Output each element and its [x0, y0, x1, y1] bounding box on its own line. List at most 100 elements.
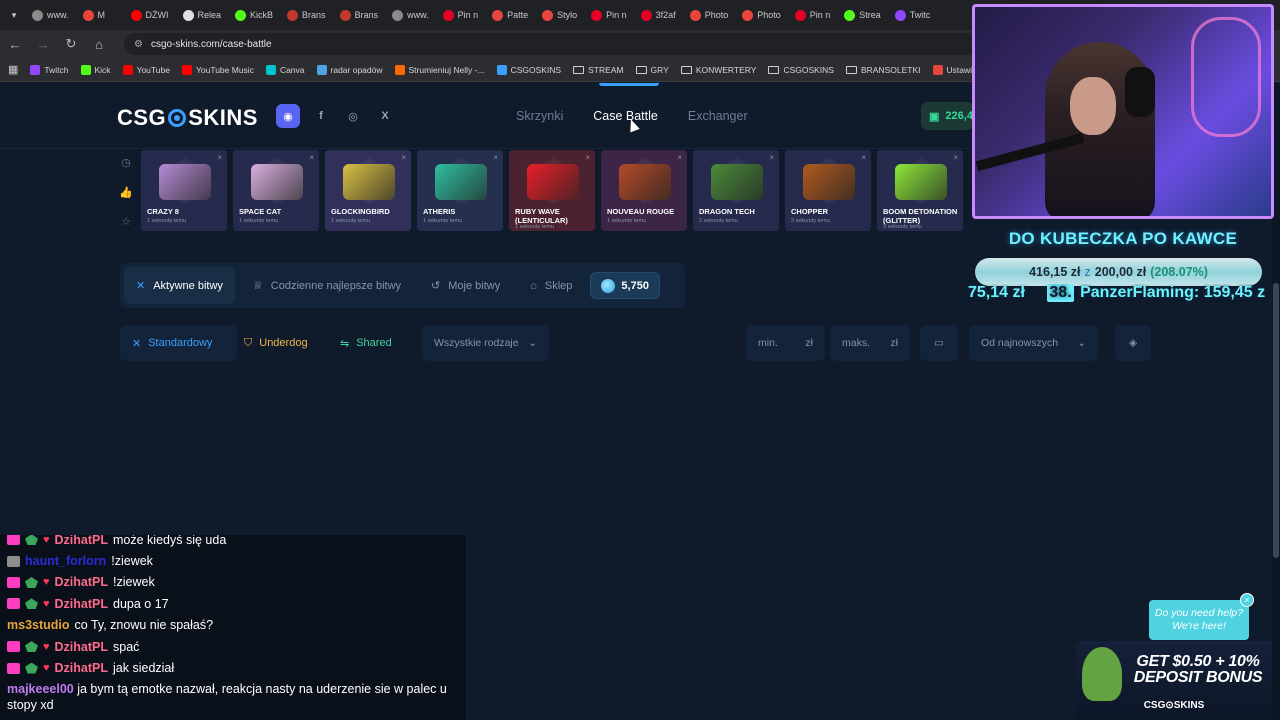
- browser-tab[interactable]: KickB: [229, 3, 279, 27]
- browser-tab[interactable]: Twitc: [889, 3, 937, 27]
- browser-tab[interactable]: Pin n: [585, 3, 633, 27]
- url-field[interactable]: ⚙ csgo-skins.com/case-battle: [124, 33, 984, 55]
- mascot-image: [1082, 647, 1122, 701]
- chat-username[interactable]: DzihatPL: [55, 640, 108, 654]
- calendar-button[interactable]: ▭: [920, 325, 958, 361]
- max-price-input[interactable]: maks. zł: [830, 325, 910, 361]
- x-twitter-icon[interactable]: X: [374, 105, 396, 127]
- bookmark-item[interactable]: YouTube: [122, 64, 170, 75]
- browser-tab[interactable]: Strea: [838, 3, 887, 27]
- tab-label: 3f2af: [655, 10, 676, 20]
- browser-tab[interactable]: Brans: [334, 3, 385, 27]
- browser-tab[interactable]: Stylo: [536, 3, 583, 27]
- bookmark-folder[interactable]: GRY: [635, 65, 669, 75]
- kind-select[interactable]: Wszystkie rodzaje ⌄: [422, 325, 549, 361]
- bookmark-item[interactable]: radar opadów: [316, 64, 383, 75]
- bookmark-item[interactable]: Kick: [80, 64, 111, 75]
- browser-tab[interactable]: www.: [26, 3, 75, 27]
- chat-username[interactable]: majkeeel00: [7, 682, 74, 696]
- chat-username[interactable]: haunt_forlorn: [25, 554, 106, 568]
- close-icon[interactable]: ×: [401, 153, 406, 162]
- browser-tab[interactable]: Brans: [281, 3, 332, 27]
- close-icon[interactable]: ×: [309, 153, 314, 162]
- nav-exchanger[interactable]: Exchanger: [688, 109, 748, 123]
- sort-select[interactable]: Od najnowszych ⌄: [969, 325, 1098, 361]
- close-icon[interactable]: ×: [861, 153, 866, 162]
- close-icon[interactable]: ×: [953, 153, 958, 162]
- bookmark-item[interactable]: CSGOSKINS: [496, 64, 562, 75]
- help-bubble[interactable]: Do you need help? We're here!: [1149, 600, 1249, 640]
- tab-my-battles[interactable]: ↺ Moje bitwy: [419, 267, 512, 304]
- favorite-drops-icon[interactable]: ☆: [121, 215, 131, 228]
- browser-tab[interactable]: Pin n: [437, 3, 485, 27]
- drop-card[interactable]: × DRAGON TECH 2 sekundy temu: [693, 150, 779, 231]
- drop-card[interactable]: × CRAZY 8 1 sekundę temu: [141, 150, 227, 231]
- browser-tab[interactable]: DŹWI: [125, 3, 175, 27]
- balance-button[interactable]: ▣ 226,4: [921, 102, 973, 130]
- coins-balance[interactable]: 5,750: [590, 272, 660, 299]
- bookmark-item[interactable]: Canva: [265, 64, 305, 75]
- drop-card[interactable]: × ATHERIS 1 sekundę temu: [417, 150, 503, 231]
- chat-username[interactable]: ms3studio: [7, 618, 70, 632]
- mode-shared-button[interactable]: ⇋ Shared: [340, 325, 392, 361]
- browser-tab[interactable]: www.: [386, 3, 435, 27]
- tab-daily-best-battles[interactable]: ♕ Codzienne najlepsze bitwy: [241, 267, 413, 304]
- mode-underdog-button[interactable]: ⛉ Underdog: [244, 325, 308, 361]
- bookmark-folder[interactable]: BRANSOLETKI: [845, 65, 921, 75]
- apps-icon[interactable]: ▦: [8, 63, 18, 76]
- drop-card[interactable]: × RUBY WAVE (LENTICULAR) 1 sekundę temu: [509, 150, 595, 231]
- min-price-input[interactable]: min. zł: [746, 325, 825, 361]
- basket-icon: ⌂: [530, 279, 537, 292]
- facebook-icon[interactable]: f: [310, 105, 332, 127]
- drop-card[interactable]: × NOUVEAU ROUGE 1 sekundę temu: [601, 150, 687, 231]
- forward-icon[interactable]: →: [36, 37, 50, 52]
- chat-username[interactable]: DzihatPL: [55, 535, 108, 547]
- close-icon[interactable]: ×: [677, 153, 682, 162]
- browser-tab[interactable]: M: [77, 3, 123, 27]
- site-logo[interactable]: CSG SKINS: [117, 105, 258, 131]
- tab-shop[interactable]: ⌂ Sklep: [518, 267, 584, 304]
- site-info-icon[interactable]: ⚙: [134, 39, 143, 50]
- close-icon[interactable]: ×: [493, 153, 498, 162]
- browser-tab[interactable]: 3f2af: [635, 3, 682, 27]
- close-icon[interactable]: ×: [585, 153, 590, 162]
- browser-tab[interactable]: Patte: [486, 3, 534, 27]
- eraser-icon: ◈: [1128, 337, 1138, 349]
- chat-username[interactable]: DzihatPL: [55, 597, 108, 611]
- drop-card[interactable]: × SPACE CAT 1 sekundę temu: [233, 150, 319, 231]
- browser-tab[interactable]: Relea: [177, 3, 228, 27]
- browser-tab[interactable]: Photo: [684, 3, 735, 27]
- chat-username[interactable]: DzihatPL: [55, 661, 108, 675]
- drop-card[interactable]: × GLOCKINGBIRD 1 sekundę temu: [325, 150, 411, 231]
- scrollbar-thumb[interactable]: [1273, 283, 1279, 558]
- home-icon[interactable]: ⌂: [92, 37, 106, 52]
- reload-icon[interactable]: ↻: [64, 36, 78, 52]
- nav-skrzynki[interactable]: Skrzynki: [516, 109, 563, 123]
- mode-label: Standardowy: [148, 337, 213, 349]
- browser-tab[interactable]: Pin n: [789, 3, 837, 27]
- drop-card[interactable]: × BOOM DETONATION (GLITTER) 3 sekundy temu: [877, 150, 963, 231]
- recent-drops-icon[interactable]: ◷: [121, 156, 131, 169]
- discord-icon[interactable]: ◉: [276, 104, 300, 128]
- bookmark-folder[interactable]: KONWERTERY: [680, 65, 756, 75]
- close-icon[interactable]: ×: [217, 153, 222, 162]
- close-icon[interactable]: ×: [1240, 593, 1254, 607]
- instagram-icon[interactable]: ◎: [342, 105, 364, 127]
- top-drops-icon[interactable]: 👍: [119, 186, 133, 199]
- drop-card[interactable]: × CHOPPER 2 sekundy temu: [785, 150, 871, 231]
- clear-filters-button[interactable]: ◈: [1115, 325, 1151, 361]
- close-icon[interactable]: ×: [769, 153, 774, 162]
- bookmark-folder[interactable]: STREAM: [573, 65, 624, 75]
- tab-search-icon[interactable]: ▾: [4, 5, 24, 25]
- bookmark-item[interactable]: Strumieniuj Nelly -...: [394, 64, 485, 75]
- tab-active-battles[interactable]: ✕ Aktywne bitwy: [124, 267, 235, 304]
- chat-username[interactable]: DzihatPL: [55, 575, 108, 589]
- bookmark-label: CSGOSKINS: [510, 64, 562, 75]
- mode-standard-button[interactable]: ✕ Standardowy: [120, 325, 237, 361]
- browser-tab[interactable]: Photo: [736, 3, 787, 27]
- bookmark-item[interactable]: YouTube Music: [181, 64, 254, 75]
- bookmark-item[interactable]: Twitch: [30, 64, 69, 75]
- back-icon[interactable]: ←: [8, 37, 22, 52]
- deposit-bonus-banner[interactable]: GET $0.50 + 10% DEPOSIT BONUS CSG⊙SKINS: [1076, 641, 1272, 720]
- bookmark-folder[interactable]: CSGOSKINS: [768, 65, 834, 75]
